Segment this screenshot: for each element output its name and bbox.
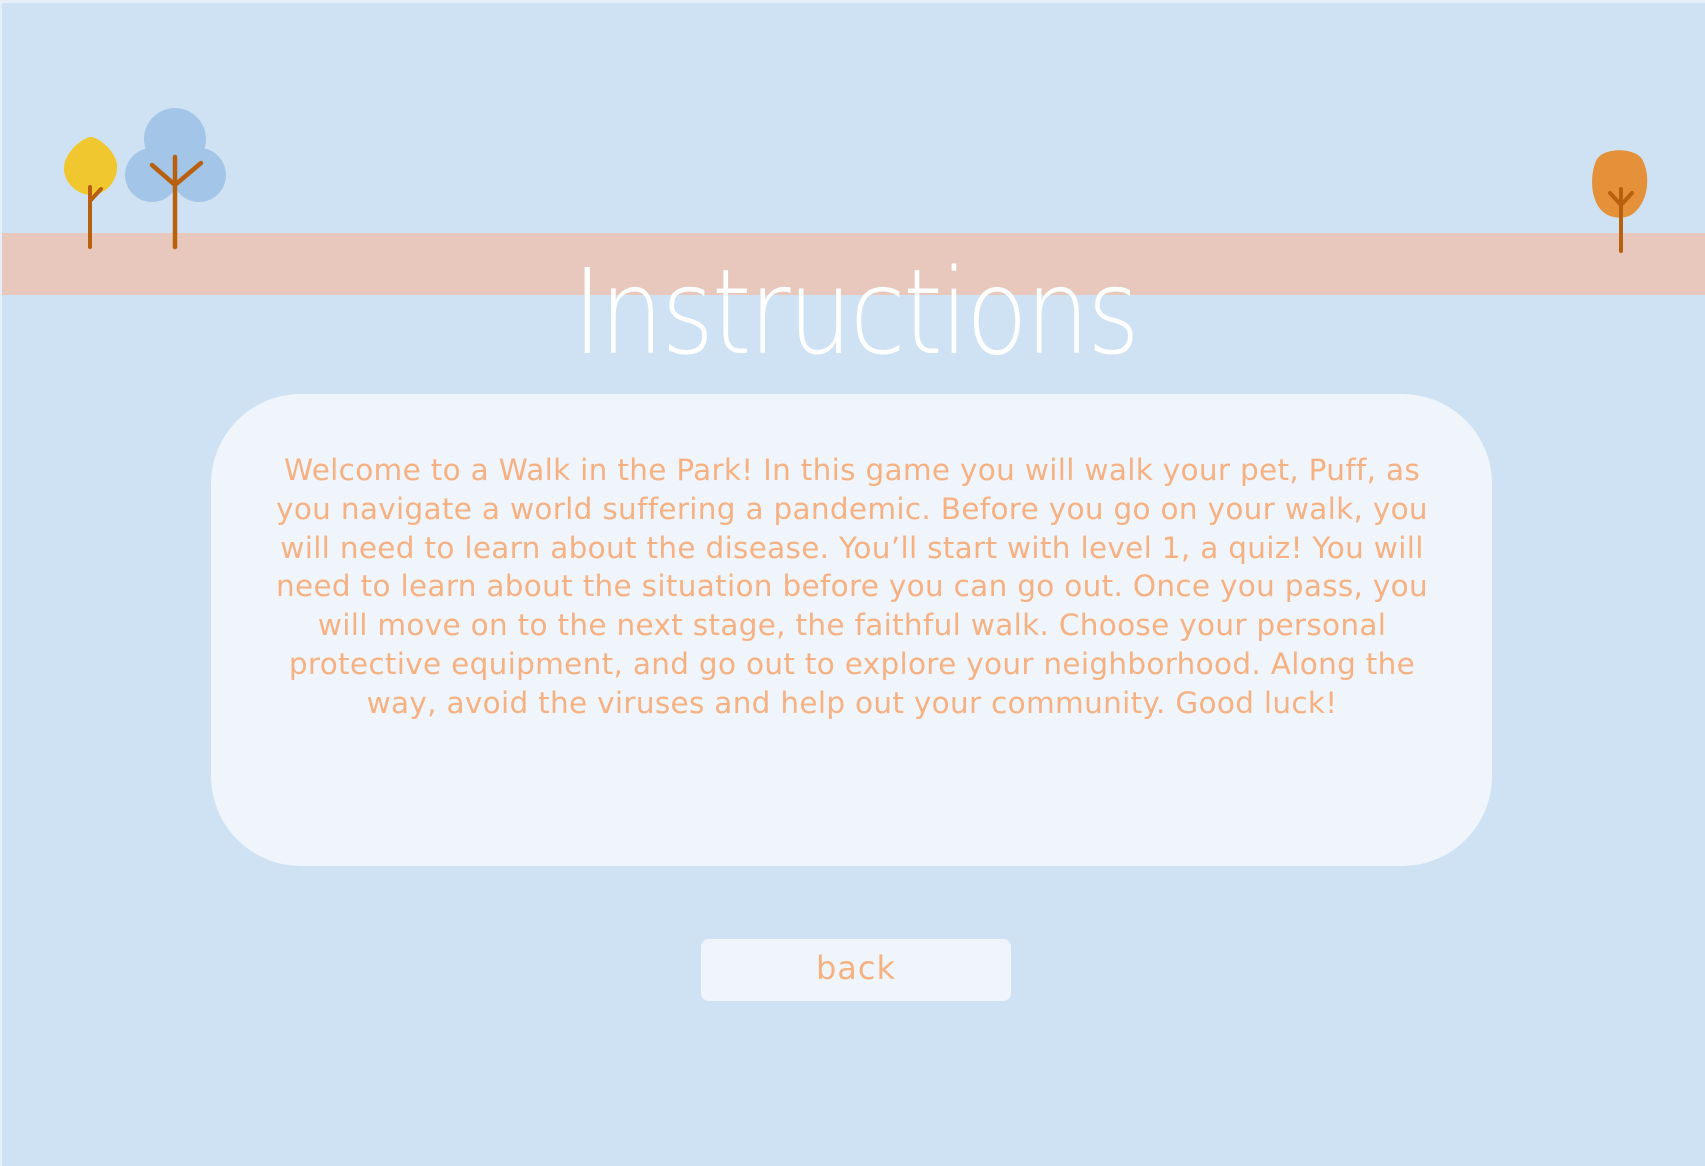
instructions-text: Welcome to a Walk in the Park! In this g… [276, 453, 1428, 720]
orange-tree-icon [1592, 150, 1648, 253]
back-button[interactable]: back [701, 939, 1011, 1001]
blue-tree-icon [125, 108, 226, 250]
yellow-tree-icon [63, 137, 118, 249]
game-screen: Instructions Welcome to a Walk in the Pa… [0, 0, 1705, 1166]
page-title: Instructions [572, 243, 1140, 382]
